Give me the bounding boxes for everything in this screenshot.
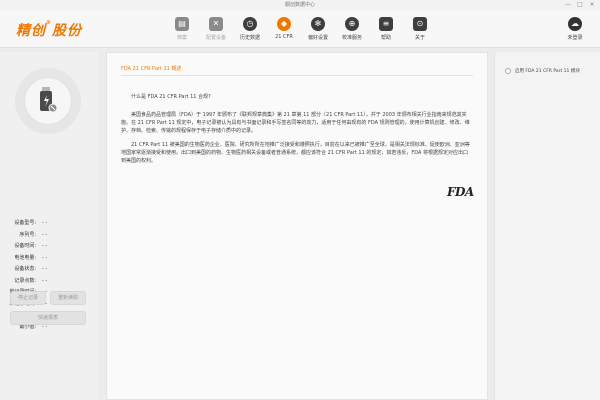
info-label: 序列号: [19, 231, 36, 238]
user-cloud-icon: ☁ [568, 17, 582, 31]
tab-divider [121, 75, 473, 76]
info-value: - - [42, 243, 48, 249]
device-status-circle [15, 68, 81, 134]
gear-icon: ✻ [311, 17, 325, 31]
document-panel: FDA 21 CFR Part 11 概述 什么是 FDA 21 CFR Par… [106, 52, 488, 400]
info-label: 记录点数: [14, 277, 36, 284]
info-value: - - [42, 254, 48, 261]
usb-disconnected-icon [40, 87, 58, 113]
toolbar-button-5[interactable]: ⊕ 校准服务 [335, 16, 369, 46]
toolbar-button-2[interactable]: ◷ 历史数据 [233, 16, 267, 46]
info-value: - - [42, 220, 48, 226]
info-label: 设备型号: [14, 220, 36, 226]
enable-fda-module-option[interactable]: 启用 FDA 21 CFR Part 11 模块 [505, 68, 580, 74]
device-info-row: 设备型号: - - [6, 218, 94, 230]
toolbar-label: 帮助 [380, 35, 391, 41]
archive-icon: ▤ [175, 17, 189, 31]
title-bar: 酮创数据中心 — □ ✕ [0, 0, 600, 10]
toolbar-label: 配置设备 [205, 35, 226, 41]
main-toolbar: 精创®股份 ▤ 档案 ✕ 配置设备 ◷ 历史数据 ◆ 21 CFR ✻ 偏好设置 ⊕ 校准服务 ≡ 帮助 ⊙… [0, 10, 600, 48]
brand-logo: 精创®股份 [16, 20, 82, 39]
toolbar-button-3[interactable]: ◆ 21 CFR [267, 16, 301, 46]
info-label: 电池电量: [14, 254, 36, 261]
login-button[interactable]: ☁ 未登录 [562, 16, 588, 41]
info-label: 设备时间: [14, 243, 36, 249]
option-label: 启用 FDA 21 CFR Part 11 模块 [515, 69, 580, 74]
toolbar-items: ▤ 档案 ✕ 配置设备 ◷ 历史数据 ◆ 21 CFR ✻ 偏好设置 ⊕ 校准服务 ≡ 帮助 ⊙ 关于 [165, 16, 437, 46]
history-icon: ◷ [243, 17, 257, 31]
toolbar-button-6[interactable]: ≡ 帮助 [369, 16, 403, 46]
info-value: - - [42, 231, 48, 238]
device-panel: 设备型号: - - 序列号: - - 设备时间: - - 电池电量: - - 设备状态: - -记… [0, 52, 98, 400]
toolbar-label: 档案 [176, 35, 187, 41]
calibration-icon: ⊕ [345, 17, 359, 31]
radio-button[interactable] [505, 68, 511, 74]
toolbar-button-4[interactable]: ✻ 偏好设置 [301, 16, 335, 46]
toolbar-button-0[interactable]: ▤ 档案 [165, 16, 199, 46]
toolbar-label: 校准服务 [341, 35, 362, 41]
window-controls: — □ ✕ [564, 1, 596, 9]
info-label: 设备状态: [14, 266, 36, 272]
document-body: 什么是 FDA 21 CFR Part 11 合规? 美国食品药品管理局（FDA… [121, 93, 471, 171]
toolbar-label: 历史数据 [239, 35, 260, 41]
device-info-row: 记录点数: - - [6, 276, 94, 288]
help-book-icon: ≡ [379, 17, 393, 31]
info-value: - - [42, 266, 48, 272]
device-status-inner [25, 78, 71, 124]
device-info-row: 设备时间: - - [6, 241, 94, 253]
minimize-button[interactable]: — [564, 1, 572, 9]
stop-recording-button[interactable]: 停止记录 [10, 291, 46, 305]
tools-icon: ✕ [209, 17, 223, 31]
reread-button[interactable]: 重新读取 [50, 291, 86, 305]
document-paragraph-2: 21 CFR Part 11 被美国的生物医药企业、医院、研究所所在地推广泛接受… [121, 142, 470, 164]
toolbar-button-7[interactable]: ⊙ 关于 [403, 16, 437, 46]
quick-report-button[interactable]: 快速报表 [10, 311, 86, 325]
maximize-button[interactable]: □ [576, 1, 584, 9]
login-label: 未登录 [567, 35, 583, 41]
info-value: - - [42, 277, 48, 284]
fda-logo: FDA [447, 185, 474, 199]
toolbar-label: 关于 [414, 35, 425, 41]
options-panel: 启用 FDA 21 CFR Part 11 模块 [494, 52, 600, 400]
document-paragraph-1: 美国食品药品管理局（FDA）于 1997 年颁布了《联邦规章典集》第 21 章第… [121, 112, 470, 134]
toolbar-label: 21 CFR [275, 34, 293, 40]
device-info-row: 电池电量: - - [6, 253, 94, 265]
toolbar-label: 偏好设置 [307, 35, 328, 41]
device-info-row: 序列号: - - [6, 230, 94, 242]
device-info-row: 设备状态: - - [6, 264, 94, 276]
close-button[interactable]: ✕ [588, 1, 596, 9]
about-icon: ⊙ [413, 17, 427, 31]
document-question: 什么是 FDA 21 CFR Part 11 合规? [131, 94, 211, 100]
window-title: 酮创数据中心 [284, 2, 315, 8]
shield-icon: ◆ [277, 17, 291, 31]
toolbar-button-1[interactable]: ✕ 配置设备 [199, 16, 233, 46]
